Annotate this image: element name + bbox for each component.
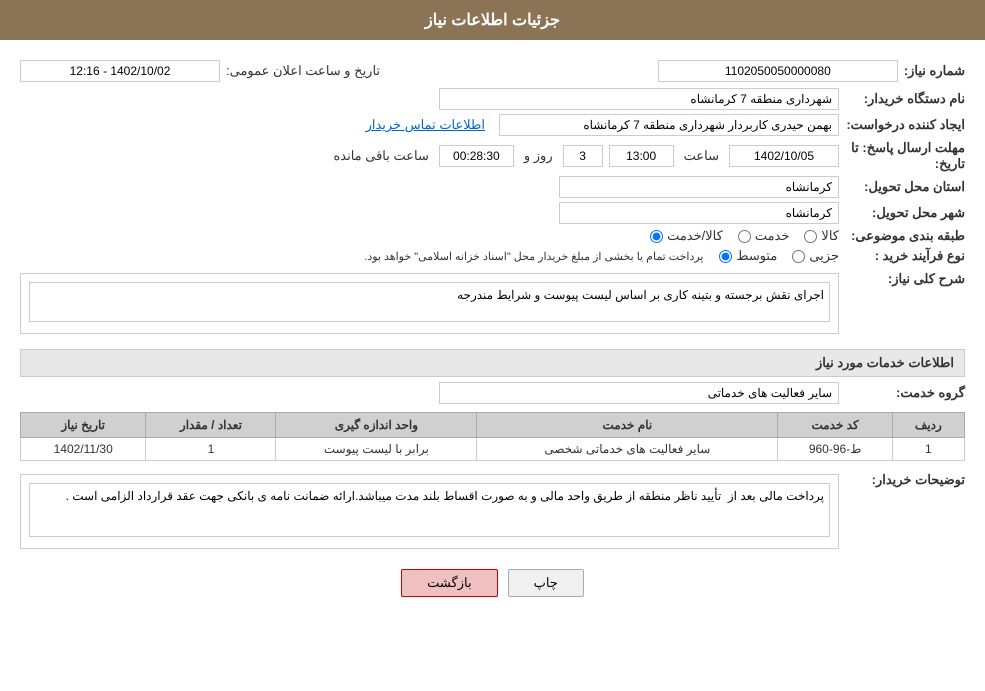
service-group-row: گروه خدمت: [20, 382, 965, 404]
table-cell-row: 1 [892, 438, 964, 461]
process-radio-group: جزیی متوسط [719, 248, 839, 264]
services-section-header: اطلاعات خدمات مورد نیاز [20, 349, 965, 377]
page-header: جزئیات اطلاعات نیاز [0, 0, 985, 40]
org-name-label: نام دستگاه خریدار: [845, 91, 965, 107]
province-label: استان محل تحویل: [845, 179, 965, 195]
days-label: روز و [524, 148, 553, 164]
description-textarea[interactable]: اجرای نقش برجسته و بتینه کاری بر اساس لی… [29, 282, 830, 322]
need-number-label: شماره نیاز: [904, 63, 965, 79]
province-input[interactable] [559, 176, 839, 198]
category-kala-radio[interactable] [804, 230, 817, 243]
deadline-time-input[interactable] [609, 145, 674, 167]
print-button[interactable]: چاپ [508, 569, 584, 597]
main-content: شماره نیاز: تاریخ و ساعت اعلان عمومی: نا… [0, 40, 985, 627]
table-cell-unit: برابر با لیست پیوست [276, 438, 477, 461]
services-table: ردیف کد خدمت نام خدمت واحد اندازه گیری ت… [20, 412, 965, 461]
process-jozei-label: جزیی [809, 248, 839, 264]
org-name-input[interactable] [439, 88, 839, 110]
category-khadamat-option[interactable]: خدمت [738, 228, 790, 244]
description-container: اجرای نقش برجسته و بتینه کاری بر اساس لی… [20, 273, 839, 334]
category-radio-group: کالا خدمت کالا/خدمت [650, 228, 839, 244]
page-container: جزئیات اطلاعات نیاز شماره نیاز: تاریخ و … [0, 0, 985, 691]
need-number-input[interactable] [658, 60, 898, 82]
creator-label: ایجاد کننده درخواست: [845, 117, 965, 133]
col-date: تاریخ نیاز [21, 413, 146, 438]
description-row: شرح کلی نیاز: اجرای نقش برجسته و بتینه ک… [20, 268, 965, 339]
province-row: استان محل تحویل: [20, 176, 965, 198]
pub-date-input[interactable] [20, 60, 220, 82]
process-motavasset-option[interactable]: متوسط [719, 248, 777, 264]
page-title: جزئیات اطلاعات نیاز [425, 12, 560, 29]
city-input[interactable] [559, 202, 839, 224]
category-kala-option[interactable]: کالا [804, 228, 839, 244]
remaining-label: ساعت باقی مانده [333, 148, 428, 164]
table-cell-name: سایر فعالیت های خدماتی شخصی [477, 438, 778, 461]
category-row: طبقه بندی موضوعی: کالا خدمت کالا/خدمت [20, 228, 965, 244]
category-khadamat-radio[interactable] [738, 230, 751, 243]
process-note: پرداخت تمام یا بخشی از مبلغ خریدار محل "… [364, 250, 703, 263]
category-label: طبقه بندی موضوعی: [845, 228, 965, 244]
col-count: تعداد / مقدار [146, 413, 276, 438]
col-unit: واحد اندازه گیری [276, 413, 477, 438]
services-section-label: اطلاعات خدمات مورد نیاز [816, 355, 954, 370]
table-cell-code: ط-96-960 [778, 438, 892, 461]
process-jozei-option[interactable]: جزیی [792, 248, 839, 264]
table-cell-date: 1402/11/30 [21, 438, 146, 461]
buyer-notes-textarea[interactable]: پرداخت مالی بعد از تأیید ناظر منطقه از ط… [29, 483, 830, 537]
pub-date-label: تاریخ و ساعت اعلان عمومی: [226, 63, 380, 79]
pub-date-row: تاریخ و ساعت اعلان عمومی: [20, 60, 380, 82]
process-jozei-radio[interactable] [792, 250, 805, 263]
category-kala-khadamat-label: کالا/خدمت [667, 228, 723, 244]
col-code: کد خدمت [778, 413, 892, 438]
buyer-notes-container: پرداخت مالی بعد از تأیید ناظر منطقه از ط… [20, 474, 839, 549]
city-label: شهر محل تحویل: [845, 205, 965, 221]
deadline-label: مهلت ارسال پاسخ: تا تاریخ: [845, 140, 965, 172]
time-label: ساعت [684, 148, 719, 164]
buyer-notes-label: توضیحات خریدار: [845, 469, 965, 488]
creator-input[interactable] [499, 114, 839, 136]
col-row: ردیف [892, 413, 964, 438]
table-cell-count: 1 [146, 438, 276, 461]
deadline-remaining-input[interactable] [439, 145, 514, 167]
deadline-days-input[interactable] [563, 145, 603, 167]
category-kala-khadamat-option[interactable]: کالا/خدمت [650, 228, 723, 244]
need-number-row: شماره نیاز: [658, 60, 965, 82]
org-name-row: نام دستگاه خریدار: [20, 88, 965, 110]
process-label: نوع فرآیند خرید : [845, 248, 965, 264]
category-kala-label: کالا [821, 228, 839, 244]
table-row: 1ط-96-960سایر فعالیت های خدماتی شخصیبراب… [21, 438, 965, 461]
button-group: چاپ بازگشت [20, 569, 965, 597]
category-khadamat-label: خدمت [755, 228, 790, 244]
process-motavasset-label: متوسط [736, 248, 777, 264]
service-group-input[interactable] [439, 382, 839, 404]
col-name: نام خدمت [477, 413, 778, 438]
contact-link[interactable]: اطلاعات تماس خریدار [366, 117, 485, 133]
city-row: شهر محل تحویل: [20, 202, 965, 224]
creator-row: ایجاد کننده درخواست: اطلاعات تماس خریدار [20, 114, 965, 136]
description-label: شرح کلی نیاز: [845, 268, 965, 287]
deadline-row: مهلت ارسال پاسخ: تا تاریخ: ساعت روز و سا… [20, 140, 965, 172]
deadline-date-input[interactable] [729, 145, 839, 167]
category-kala-khadamat-radio[interactable] [650, 230, 663, 243]
service-group-label: گروه خدمت: [845, 385, 965, 401]
process-row: نوع فرآیند خرید : جزیی متوسط پرداخت تمام… [20, 248, 965, 264]
buyer-notes-row: توضیحات خریدار: پرداخت مالی بعد از تأیید… [20, 469, 965, 554]
process-motavasset-radio[interactable] [719, 250, 732, 263]
back-button[interactable]: بازگشت [401, 569, 497, 597]
